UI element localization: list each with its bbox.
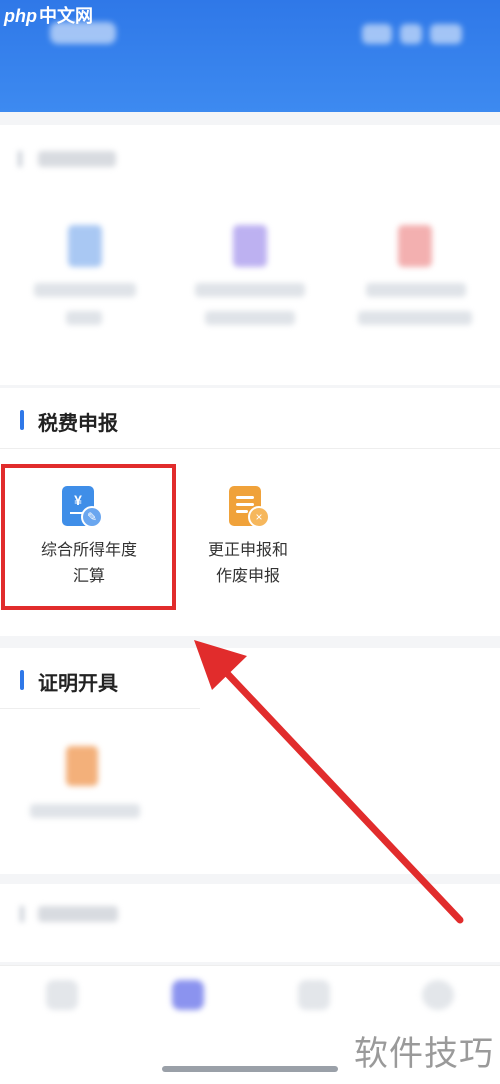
- document-icon: [68, 225, 102, 267]
- section-title: 税费申报: [38, 413, 118, 435]
- service-icon: [172, 980, 204, 1010]
- status-bar-icons: [362, 24, 462, 44]
- tile-blurred-1[interactable]: [20, 225, 150, 335]
- watermark-logo: php 中文网: [4, 6, 93, 26]
- profile-icon: [422, 980, 454, 1010]
- tile-blurred-2[interactable]: [185, 225, 315, 335]
- tile-certificate[interactable]: [20, 740, 150, 840]
- section-top-blurred: [0, 125, 500, 385]
- section-header: 证明开具: [0, 648, 200, 709]
- section-header: [0, 125, 500, 185]
- tile-label-line2: 作废申报: [215, 568, 280, 585]
- nav-consult[interactable]: [284, 976, 344, 1036]
- home-indicator[interactable]: [162, 1066, 338, 1072]
- home-icon: [46, 980, 78, 1010]
- section-header: 税费申报: [0, 388, 500, 449]
- section-accent-bar: [20, 670, 24, 690]
- section-title: 证明开具: [38, 673, 118, 695]
- document-icon: [233, 225, 267, 267]
- cancel-badge-icon: ×: [248, 506, 270, 528]
- tile-blurred-3[interactable]: [350, 225, 480, 335]
- highlight-box: [1, 464, 176, 610]
- consult-icon: [298, 980, 330, 1010]
- watermark-text: 软件技巧: [354, 1034, 494, 1074]
- nav-home[interactable]: [32, 976, 92, 1036]
- document-icon: [398, 225, 432, 267]
- tile-label-line1: 更正申报和: [207, 542, 288, 559]
- correct-void-filing-button[interactable]: × 更正申报和 作废申报: [180, 468, 316, 608]
- nav-service[interactable]: [158, 976, 218, 1036]
- section-bottom-blurred: [0, 884, 500, 962]
- section-certificates: 证明开具: [0, 648, 500, 874]
- section-accent-bar: [20, 410, 24, 430]
- certificate-document-icon: [66, 746, 98, 786]
